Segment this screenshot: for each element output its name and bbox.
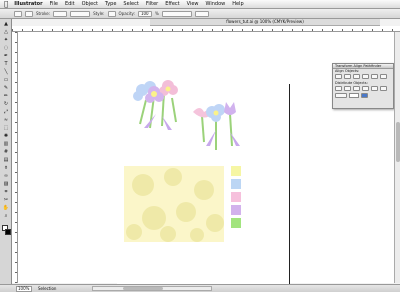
- menu-view[interactable]: View: [187, 0, 199, 8]
- scissors-icon[interactable]: ✂: [2, 198, 10, 203]
- pattern-flower-shape: [160, 226, 176, 242]
- zoom-tool-icon[interactable]: ⌕: [2, 214, 10, 219]
- color-chip[interactable]: [231, 192, 241, 202]
- pattern-flower-shape: [194, 180, 214, 200]
- current-tool-status[interactable]: Selection: [38, 286, 56, 291]
- direct-selection-icon[interactable]: △: [2, 30, 10, 35]
- pattern-flower-shape: [142, 206, 166, 230]
- zoom-field[interactable]: 100%: [16, 285, 32, 292]
- menu-bar:  Illustrator File Edit Object Type Sele…: [0, 0, 400, 9]
- flower-group-right[interactable]: [190, 100, 246, 152]
- menu-help[interactable]: Help: [232, 0, 243, 8]
- menu-filter[interactable]: Filter: [146, 0, 158, 8]
- color-chip[interactable]: [231, 205, 241, 215]
- horizontal-scrollbar[interactable]: [92, 286, 213, 291]
- menu-object[interactable]: Object: [82, 0, 98, 8]
- pattern-flower-shape: [190, 228, 204, 242]
- align-top-button[interactable]: [362, 74, 369, 79]
- type-tool-icon[interactable]: T: [2, 62, 10, 67]
- blend-tool-icon[interactable]: ∞: [2, 174, 10, 179]
- menu-window[interactable]: Window: [206, 0, 226, 8]
- menu-select[interactable]: Select: [123, 0, 138, 8]
- vertical-scroll-thumb[interactable]: [396, 122, 400, 162]
- live-paint-icon[interactable]: ▨: [2, 182, 10, 187]
- distribute-vcenter-button[interactable]: [344, 86, 351, 91]
- pattern-flower-shape: [176, 202, 196, 222]
- style-dropdown[interactable]: [107, 10, 116, 17]
- align-to-button[interactable]: [361, 93, 368, 98]
- pattern-swatch-tile[interactable]: [124, 166, 224, 242]
- fill-swatch-control[interactable]: [14, 10, 22, 17]
- opacity-unit: %: [154, 11, 159, 16]
- apple-icon[interactable]: : [4, 0, 8, 8]
- color-chips: [231, 166, 241, 230]
- color-chip[interactable]: [231, 179, 241, 189]
- control-bar: Stroke: Style: Opacity: 100 %: [0, 9, 400, 19]
- paintbrush-icon[interactable]: ✎: [2, 86, 10, 91]
- symbol-sprayer-icon[interactable]: ✺: [2, 134, 10, 139]
- horizontal-scroll-thumb[interactable]: [123, 287, 164, 290]
- pattern-flower-shape: [126, 224, 142, 240]
- lasso-icon[interactable]: ◌: [2, 46, 10, 51]
- align-hcenter-button[interactable]: [344, 74, 351, 79]
- distribute-top-button[interactable]: [335, 86, 342, 91]
- selection-tool-icon[interactable]: ▲: [2, 22, 10, 27]
- rectangle-tool-icon[interactable]: ▭: [2, 78, 10, 83]
- align-bottom-button[interactable]: [380, 74, 387, 79]
- menu-type[interactable]: Type: [105, 0, 116, 8]
- free-transform-icon[interactable]: ⬚: [2, 126, 10, 131]
- status-bar: 100% Selection: [0, 284, 400, 292]
- transform-controls[interactable]: [161, 10, 192, 17]
- style-label: Style:: [93, 11, 105, 16]
- tools-panel: ▲ △ ✦ ◌ ✒ T ╲ ▭ ✎ ✏ ↻ ⤢ ≈ ⬚ ✺ ▥ # ▤ ⌽ ∞ ▨ ⌗ ✂ ✋ ⌕: [0, 19, 12, 284]
- stroke-weight-field[interactable]: [53, 10, 68, 17]
- brush-dropdown[interactable]: [70, 10, 91, 17]
- gradient-tool-icon[interactable]: ▤: [2, 158, 10, 163]
- pattern-flower-shape: [206, 214, 224, 232]
- opacity-label: Opacity:: [118, 11, 135, 16]
- magic-wand-icon[interactable]: ✦: [2, 38, 10, 43]
- pencil-icon[interactable]: ✏: [2, 94, 10, 99]
- align-panel[interactable]: Transform Align Pathfinder Align Objects…: [332, 63, 394, 109]
- vertical-scrollbar[interactable]: [394, 32, 400, 283]
- stroke-swatch-control[interactable]: [25, 10, 33, 17]
- stroke-color-swatch[interactable]: [5, 229, 11, 235]
- menu-edit[interactable]: Edit: [65, 0, 75, 8]
- menu-effect[interactable]: Effect: [165, 0, 179, 8]
- align-right-button[interactable]: [353, 74, 360, 79]
- rotate-tool-icon[interactable]: ↻: [2, 102, 10, 107]
- hand-tool-icon[interactable]: ✋: [2, 206, 10, 211]
- stroke-label: Stroke:: [36, 11, 51, 16]
- color-chip[interactable]: [231, 166, 241, 176]
- warp-tool-icon[interactable]: ≈: [2, 118, 10, 123]
- flower-group-left[interactable]: [128, 78, 186, 132]
- color-chip[interactable]: [231, 218, 241, 228]
- mesh-tool-icon[interactable]: #: [2, 150, 10, 155]
- slice-tool-icon[interactable]: ⌗: [2, 190, 10, 195]
- distribute-bottom-button[interactable]: [353, 86, 360, 91]
- menu-file[interactable]: File: [50, 0, 58, 8]
- graph-tool-icon[interactable]: ▥: [2, 142, 10, 147]
- align-vcenter-button[interactable]: [371, 74, 378, 79]
- distribute-right-button[interactable]: [380, 86, 387, 91]
- align-left-button[interactable]: [335, 74, 342, 79]
- menu-app-name[interactable]: Illustrator: [14, 0, 42, 8]
- opacity-field[interactable]: 100: [137, 10, 152, 17]
- document-title: flowers_tut.ai @ 100% (CMYK/Preview): [150, 19, 380, 26]
- distribute-spacing-button[interactable]: [335, 93, 347, 98]
- eyedropper-icon[interactable]: ⌽: [2, 166, 10, 171]
- spacing-field[interactable]: [349, 93, 359, 98]
- pattern-flower-shape: [164, 168, 182, 186]
- pen-tool-icon[interactable]: ✒: [2, 54, 10, 59]
- pattern-flower-shape: [132, 174, 154, 196]
- distribute-hcenter-button[interactable]: [371, 86, 378, 91]
- align-controls[interactable]: [194, 10, 209, 17]
- scale-tool-icon[interactable]: ⤢: [2, 110, 10, 115]
- distribute-left-button[interactable]: [362, 86, 369, 91]
- line-tool-icon[interactable]: ╲: [2, 70, 10, 75]
